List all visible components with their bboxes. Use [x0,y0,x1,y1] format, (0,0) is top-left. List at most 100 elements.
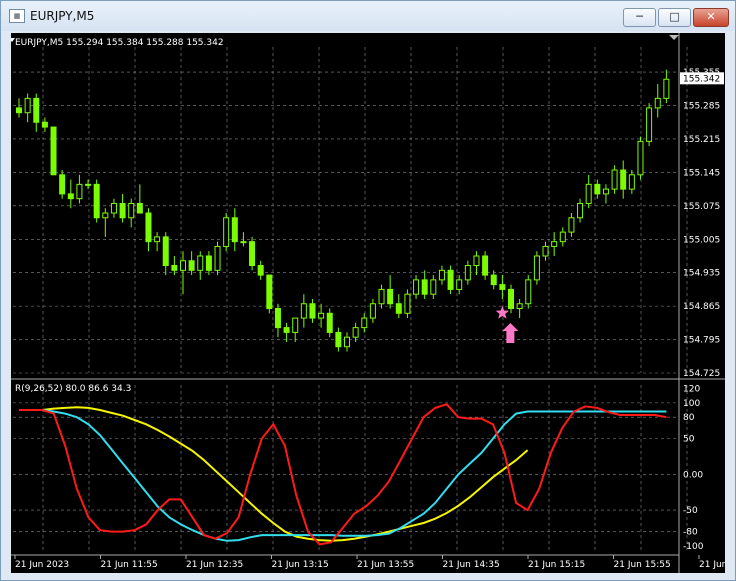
indicator-header: R(9,26,52) 80.0 86.6 34.3 [15,384,131,394]
candle-bear [257,265,264,276]
candle-bear [283,327,290,333]
indicator-level-label: 120 [683,385,700,395]
candle-bull [369,303,376,319]
chart-window-icon: ▦ [9,9,25,23]
candle-bull [637,140,644,176]
candle-bull [559,231,566,243]
candle-bear [447,269,454,290]
candle-bear [594,183,601,195]
price-label: 155.215 [683,135,720,145]
candle-bear [93,183,100,219]
candle-bull [413,279,420,295]
candle-bear [309,303,316,319]
current-price-label: 155.342 [683,74,720,84]
indicator-level-label: 80 [683,413,695,423]
maximize-icon: □ [669,10,680,23]
candle-bull [154,236,161,243]
candle-bull [628,174,635,190]
chart-area[interactable]: 155.355155.285155.215155.145155.075155.0… [9,33,736,573]
candle-bull [361,317,368,329]
price-label: 154.725 [683,369,720,379]
time-axis: 21 Jun 2023 21 Jun 11:55 21 Jun 12:35 21 Ju… [11,554,736,570]
candle-bull [525,279,532,305]
candle-bull [646,107,653,142]
candle-bull [473,255,480,267]
close-button[interactable]: ✕ [693,8,729,27]
candle-bear [508,288,514,310]
indicator-grid [13,385,688,553]
title-bar[interactable]: ▦ EURJPY,M5 ─ □ ✕ [1,1,735,31]
candle-bull [464,265,471,281]
candle-bull [533,255,540,281]
candle-bull [300,303,307,319]
candle-bull [223,217,230,247]
star-icon [495,306,509,319]
minimize-icon: ─ [636,10,643,23]
candle-bull [85,183,92,186]
candle-bull [352,327,359,338]
price-label: 155.075 [683,202,720,212]
indicator-level-label: 100 [683,399,700,409]
candle-bear [59,174,66,195]
candle-bull [602,188,609,195]
candle-bull [344,336,350,348]
candle-bear [162,236,169,267]
candle-bull [292,317,299,333]
candle-bear [421,279,428,295]
candle-bull [551,241,558,247]
candle-bull [663,78,670,99]
candle-bull [76,183,83,200]
candle-bull [585,183,592,204]
time-label: 21 Jun 2023 [15,560,69,570]
indicator-level-label: 0.00 [683,470,703,480]
maximize-button[interactable]: □ [658,8,691,27]
time-label: 21 Jun 12:35 [186,560,243,570]
time-label: 21 Jun 11:55 [101,560,158,570]
candle-bear [249,241,256,267]
candle-bull [542,245,549,257]
price-label: 155.005 [683,235,720,245]
candle-bear [274,308,281,329]
candle-bear [50,126,57,176]
candle-bull [214,245,221,271]
minimize-button[interactable]: ─ [623,8,656,27]
close-icon: ✕ [706,10,716,23]
candle-bear [171,265,178,271]
candle-bull [568,217,575,233]
price-label: 154.935 [683,269,720,279]
candle-bear [16,107,22,114]
candle-bull [456,279,463,290]
indicator-level-label: -50 [683,506,698,516]
candle-bull [438,269,445,281]
candle-bear [266,274,273,310]
candle-bull [378,288,385,305]
indicator-medium-line [19,409,667,542]
candle-bull [110,202,117,214]
candle-bull [180,260,186,271]
candle-bull [128,202,135,219]
candle-bear [67,193,74,200]
candle-bear [136,202,143,214]
candle-bull [197,255,204,271]
indicator-axis: 120 100 80 50 0.00 -50 -80 -100 [683,385,704,552]
candle-bear [231,217,238,243]
indicator-level-label: 50 [683,435,695,445]
shift-marker-icon[interactable] [669,35,679,40]
time-label: 21 Jun 13:15 [272,560,329,570]
candle-bear [490,274,497,286]
candle-bear [188,260,195,271]
candle-bear [205,255,212,271]
candle-bull [318,312,325,319]
time-label: 21 Jun 15:55 [614,560,671,570]
candle-bull [240,241,247,244]
chart-window: ▦ EURJPY,M5 ─ □ ✕ 155.355155.285155.2151… [0,0,736,581]
candle-bear [33,97,40,123]
time-label: 21 Jun 16:35 [699,560,725,570]
price-label: 155.145 [683,168,720,178]
candle-bull [577,202,584,219]
candle-bull [611,169,618,190]
candle-bear [145,212,152,243]
chart-canvas[interactable]: 155.355155.285155.215155.145155.075155.0… [9,33,736,573]
candle-bear [482,255,489,276]
window-title: EURJPY,M5 [30,9,95,23]
